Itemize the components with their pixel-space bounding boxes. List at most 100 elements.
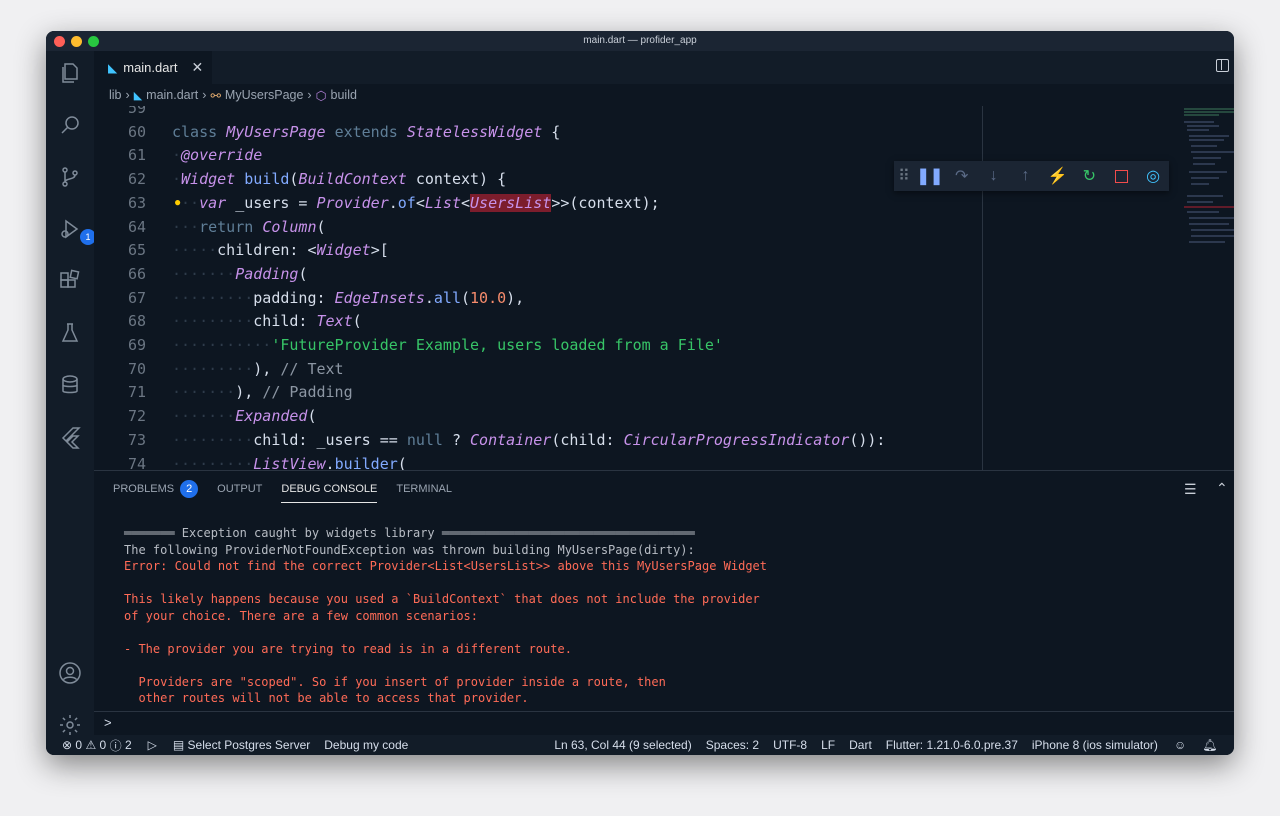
code-line[interactable]: 65 ·····children: <Widget>[ <box>94 238 1194 262</box>
cursor-position[interactable]: Ln 63, Col 44 (9 selected) <box>554 738 691 752</box>
console-line: Error: Could not find the correct Provid… <box>124 559 767 573</box>
console-line: - The provider you are trying to read is… <box>124 641 572 656</box>
language-mode[interactable]: Dart <box>849 738 872 752</box>
start-debugging-icon[interactable]: ▷ <box>148 738 157 752</box>
activity-bar: 1 <box>46 51 96 737</box>
extensions-icon[interactable] <box>58 269 82 293</box>
restart-icon[interactable]: ↻ <box>1073 161 1105 191</box>
debug-config-status[interactable]: Debug my code <box>324 738 408 752</box>
editor-tab-bar: ◣ main.dart ✕ ··· <box>94 51 1234 84</box>
hot-reload-icon[interactable]: ⚡ <box>1041 161 1073 191</box>
flutter-version[interactable]: Flutter: 1.21.0-6.0.pre.37 <box>886 738 1018 752</box>
line-number: 66 <box>127 264 146 283</box>
line-number: 68 <box>127 312 146 331</box>
lightbulb-icon[interactable]: ● <box>174 195 181 209</box>
code-line[interactable]: 66 ·······Padding( <box>94 262 1194 286</box>
db-server-status[interactable]: ▤ Select Postgres Server <box>173 738 310 752</box>
problems-badge: 2 <box>180 480 199 498</box>
device-selector[interactable]: iPhone 8 (ios simulator) <box>1032 738 1158 752</box>
code-line[interactable]: 70 ·········), // Text <box>94 357 1194 381</box>
zoom-window-button[interactable] <box>88 36 99 47</box>
line-number: 59 <box>127 106 146 117</box>
method-symbol-icon: ⬡ <box>315 88 327 103</box>
breadcrumb: lib › ◣ main.dart › ⚯ MyUsersPage › ⬡ bu… <box>94 84 1234 106</box>
indentation-status[interactable]: Spaces: 2 <box>706 738 759 752</box>
search-icon[interactable] <box>58 113 82 137</box>
close-window-button[interactable] <box>54 36 65 47</box>
tab-output[interactable]: OUTPUT <box>217 471 262 507</box>
code-line[interactable]: 71 ·······), // Padding <box>94 380 1194 404</box>
feedback-icon[interactable]: ☺ <box>1174 738 1186 752</box>
encoding-status[interactable]: UTF-8 <box>773 738 807 752</box>
line-number: 65 <box>127 241 146 260</box>
step-over-icon[interactable]: ↷ <box>946 161 978 191</box>
console-line: Providers are "scoped". So if you insert… <box>124 674 666 689</box>
code-line[interactable]: 68 ·········child: Text( <box>94 309 1194 333</box>
debug-console-output: ═══════ Exception caught by widgets libr… <box>124 525 767 707</box>
line-number: 73 <box>127 430 146 449</box>
maximize-panel-icon[interactable]: ⌃ <box>1216 480 1228 497</box>
code-text: ·········child: Text( <box>172 312 362 331</box>
code-text: class MyUsersPage extends StatelessWidge… <box>172 122 561 141</box>
notifications-bell-icon[interactable]: 🔔︎ <box>1202 738 1217 752</box>
problems-status[interactable]: ⊗ 0 ⚠ 0 ⓘ 2 <box>62 737 132 754</box>
code-editor[interactable]: 59 60 class MyUsersPage extends StatelessW… <box>94 106 1234 470</box>
code-text: ···········'FutureProvider Example, user… <box>172 336 723 354</box>
code-text: ···var _users = Provider.of<List<UsersLi… <box>172 193 660 212</box>
dart-file-icon: ◣ <box>133 89 143 102</box>
tab-debug-console[interactable]: DEBUG CONSOLE <box>281 471 377 507</box>
tab-terminal[interactable]: TERMINAL <box>396 471 452 507</box>
line-number: 60 <box>127 122 146 141</box>
code-text: ·Widget build(BuildContext context) { <box>172 170 507 189</box>
testing-flask-icon[interactable] <box>58 321 82 345</box>
title-bar: main.dart — profider_app <box>46 31 1234 51</box>
step-into-icon[interactable]: ↓ <box>978 161 1010 191</box>
code-line[interactable]: 59 <box>94 106 1194 120</box>
run-debug-icon[interactable]: 1 <box>58 217 96 245</box>
code-line[interactable]: 69 ···········'FutureProvider Example, us… <box>94 333 1194 357</box>
line-number: 74 <box>127 454 146 471</box>
code-line[interactable]: 63 ···var _users = Provider.of<List<Users… <box>94 191 1194 215</box>
warning-icon: ⚠ <box>85 738 97 752</box>
console-prompt[interactable]: > <box>104 715 112 730</box>
console-input-divider <box>94 711 1234 712</box>
breadcrumb-build[interactable]: build <box>331 88 357 102</box>
pause-icon[interactable]: ❚❚ <box>914 161 946 191</box>
debug-config-label: Debug my code <box>324 738 409 752</box>
step-out-icon[interactable]: ↑ <box>1010 161 1042 191</box>
code-line[interactable]: 74 ·········ListView.builder( <box>94 452 1194 471</box>
debug-toolbar: ⠿ ❚❚ ↷ ↓ ↑ ⚡ ↻ ◎ <box>894 161 1169 191</box>
minimize-window-button[interactable] <box>71 36 82 47</box>
code-line[interactable]: 73 ·········child: _users == null ? Conta… <box>94 428 1194 452</box>
close-tab-icon[interactable]: ✕ <box>191 59 203 76</box>
split-editor-icon[interactable] <box>1216 59 1229 72</box>
code-line[interactable]: 60 class MyUsersPage extends StatelessWid… <box>94 120 1194 144</box>
stop-icon[interactable] <box>1105 161 1137 191</box>
tab-main-dart[interactable]: ◣ main.dart ✕ <box>94 51 212 84</box>
clear-console-icon[interactable]: ☰ <box>1184 481 1197 498</box>
account-icon[interactable] <box>58 661 82 685</box>
eol-status[interactable]: LF <box>821 738 835 752</box>
tab-output-label: OUTPUT <box>217 483 263 495</box>
database-icon[interactable] <box>58 373 82 397</box>
line-number: 62 <box>127 170 146 189</box>
files-icon[interactable] <box>58 61 82 85</box>
line-number: 70 <box>127 359 146 378</box>
flutter-icon[interactable] <box>58 425 82 449</box>
settings-gear-icon[interactable] <box>58 713 82 737</box>
drag-handle-icon[interactable]: ⠿ <box>894 161 914 191</box>
code-line[interactable]: 64 ···return Column( <box>94 215 1194 239</box>
tab-problems-label: PROBLEMS <box>113 483 175 495</box>
breadcrumb-myuserspage[interactable]: MyUsersPage <box>225 88 304 102</box>
code-line[interactable]: 72 ·······Expanded( <box>94 404 1194 428</box>
minimap[interactable] <box>1179 106 1234 470</box>
tab-label: main.dart <box>123 60 178 75</box>
inspect-widget-icon[interactable]: ◎ <box>1137 161 1169 191</box>
code-line[interactable]: 67 ·········padding: EdgeInsets.all(10.0)… <box>94 286 1194 310</box>
breadcrumb-lib[interactable]: lib <box>109 88 122 102</box>
source-control-icon[interactable] <box>58 165 82 189</box>
breadcrumb-main-dart[interactable]: main.dart <box>146 88 198 102</box>
tab-problems[interactable]: PROBLEMS 2 <box>113 471 199 507</box>
